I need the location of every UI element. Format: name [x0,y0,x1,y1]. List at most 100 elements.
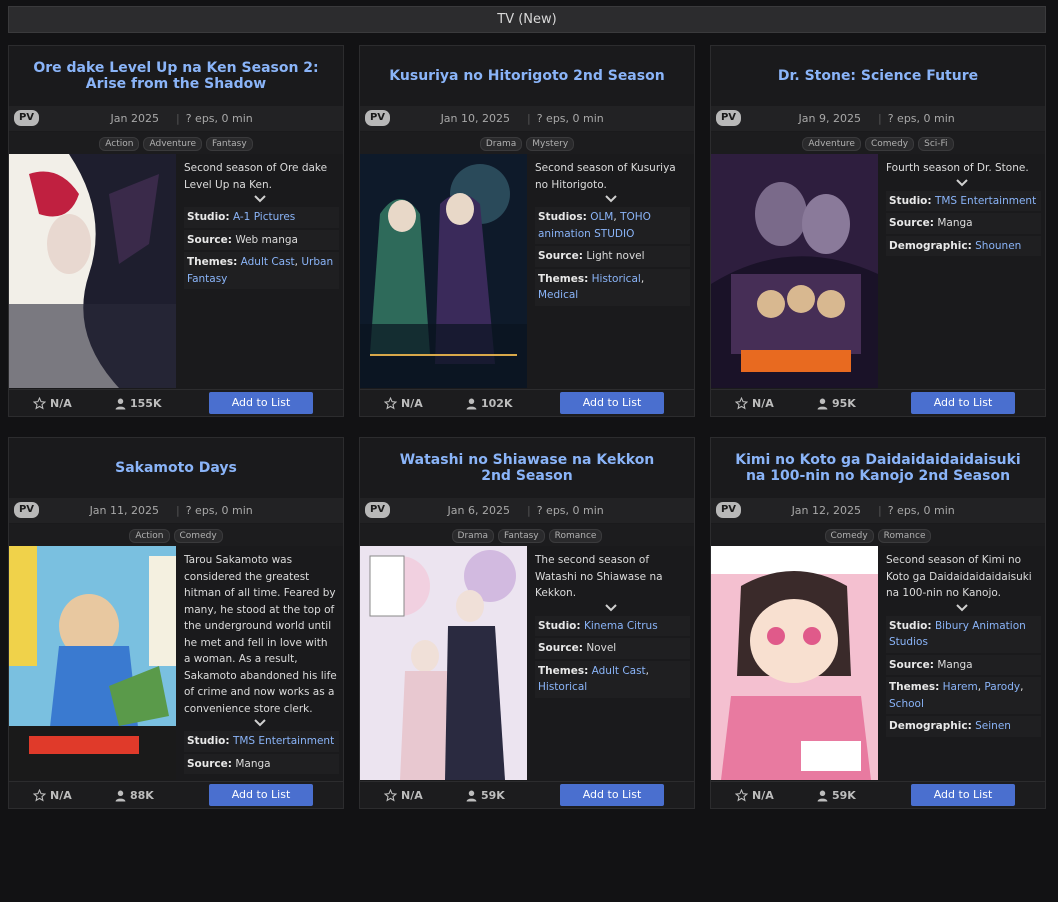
source: Source: Web manga [184,229,339,250]
card-footer: N/A 88K Add to List [9,781,343,808]
themes-link[interactable]: School [889,698,924,710]
genre-tag[interactable]: Comedy [173,529,223,543]
themes: Themes: Adult Cast, Urban Fantasy [184,252,339,289]
add-to-list-button[interactable]: Add to List [209,784,313,806]
chevron-down-icon[interactable] [179,193,341,207]
anime-title-link[interactable]: Watashi no Shiawase na Kekkon 2nd Season [384,452,670,484]
poster-art [711,546,878,780]
poster-image[interactable] [9,154,176,388]
source-label: Source: [889,658,934,671]
studio-link[interactable]: TMS Entertainment [935,195,1036,207]
source-value: Light novel [586,250,645,262]
anime-card-5: Watashi no Shiawase na Kekkon 2nd Season… [359,437,695,809]
add-to-list-button[interactable]: Add to List [911,784,1015,806]
anime-title-link[interactable]: Dr. Stone: Science Future [778,68,978,84]
themes-label: Themes: [889,681,940,693]
poster-image[interactable] [360,154,527,388]
genre-tag[interactable]: Comedy [824,529,874,543]
demographic-value[interactable]: Shounen [975,240,1021,252]
themes-link[interactable]: Adult Cast [241,256,295,268]
genre-tag[interactable]: Comedy [864,137,915,151]
air-date: Jan 10, 2025 [440,112,510,125]
source-label: Source: [538,250,583,262]
source: Source: Manga [886,654,1041,675]
properties-list: Studio: TMS Entertainment Source: Manga De… [881,190,1043,256]
chevron-down-icon[interactable] [881,177,1043,191]
card-footer: N/A 155K Add to List [9,389,343,416]
themes-link[interactable]: Harem [943,681,978,693]
pv-button[interactable]: PV [716,502,741,518]
studio: Studio: TMS Entertainment [886,190,1041,211]
properties-list: Studio: Bibury Animation Studios Source: … [881,615,1043,737]
poster-image[interactable] [711,154,878,388]
user-icon [466,398,477,409]
card-title-box: Kimi no Koto ga Daidaidaidaidaisuki na 1… [711,438,1045,498]
poster-image[interactable] [711,546,878,780]
studio-label: Studio: [889,194,932,207]
studio-label: Studios: [538,211,587,223]
genre-tag[interactable]: Romance [877,529,932,543]
pv-button[interactable]: PV [365,110,390,126]
info-row: PV Jan 9, 2025 ? eps, 0 min [711,106,1045,131]
anime-card-2: Kusuriya no Hitorigoto 2nd Season PV Jan… [359,45,695,417]
genre-tag[interactable]: Drama [479,137,523,151]
genre-tag[interactable]: Mystery [526,137,575,151]
members-count: 59K [481,789,505,802]
demographic: Demographic: Seinen [886,716,1041,737]
chevron-down-icon[interactable] [881,602,1043,616]
genre-tag[interactable]: Fantasy [206,137,253,151]
card-title-box: Ore dake Level Up na Ken Season 2: Arise… [9,46,343,106]
synopsis-text: Tarou Sakamoto was considered the greate… [184,554,337,715]
studio-link[interactable]: TMS Entertainment [233,735,334,747]
studio-link[interactable]: Kinema Citrus [584,620,658,632]
poster-art [360,546,527,780]
themes-link[interactable]: Historical [538,681,587,693]
anime-title-link[interactable]: Kusuriya no Hitorigoto 2nd Season [389,68,664,84]
card-footer: N/A 95K Add to List [711,389,1045,416]
studio-link[interactable]: A-1 Pictures [233,211,295,223]
chevron-down-icon[interactable] [179,717,341,731]
themes-link[interactable]: Adult Cast [592,665,646,677]
poster-art [711,154,878,388]
genre-tag[interactable]: Romance [548,529,603,543]
studio: Studio: Bibury Animation Studios [886,615,1041,653]
genre-tag[interactable]: Action [99,137,140,151]
genre-tag[interactable]: Adventure [143,137,203,151]
genre-tag[interactable]: Fantasy [497,529,545,543]
poster-image[interactable] [360,546,527,780]
add-to-list-button[interactable]: Add to List [560,392,664,414]
themes-link[interactable]: Parody [984,681,1020,693]
pv-button[interactable]: PV [716,110,741,126]
themes-link[interactable]: Historical [592,273,641,285]
add-to-list-button[interactable]: Add to List [560,784,664,806]
anime-title-link[interactable]: Sakamoto Days [115,460,237,476]
genre-tag[interactable]: Adventure [802,137,861,151]
anime-title-link[interactable]: Ore dake Level Up na Ken Season 2: Arise… [33,60,319,92]
themes-label: Themes: [538,272,589,285]
pv-button[interactable]: PV [365,502,390,518]
pv-button[interactable]: PV [14,110,39,126]
demographic-value[interactable]: Seinen [975,720,1011,732]
poster-image[interactable] [9,546,176,780]
chevron-down-icon[interactable] [530,193,692,207]
add-to-list-button[interactable]: Add to List [209,392,313,414]
score: N/A [33,397,72,410]
source-value: Novel [586,642,617,654]
genre-tag[interactable]: Sci-Fi [918,137,954,151]
themes-link[interactable]: Medical [538,289,578,301]
source: Source: Manga [184,753,339,774]
card-footer: N/A 59K Add to List [711,781,1045,808]
card-title-box: Kusuriya no Hitorigoto 2nd Season [360,46,694,106]
score: N/A [384,397,423,410]
chevron-down-icon[interactable] [530,602,692,616]
source-label: Source: [187,233,232,246]
studio-label: Studio: [187,211,230,223]
anime-title-link[interactable]: Kimi no Koto ga Daidaidaidaidaisuki na 1… [735,452,1021,484]
genre-tag[interactable]: Drama [451,529,494,543]
genre-list: Adventure Comedy Sci-Fi [711,132,1045,154]
add-to-list-button[interactable]: Add to List [911,392,1015,414]
pv-button[interactable]: PV [14,502,39,518]
genre-tag[interactable]: Action [129,529,170,543]
studio-label: Studio: [187,735,230,747]
studio-link[interactable]: OLM [590,211,613,223]
